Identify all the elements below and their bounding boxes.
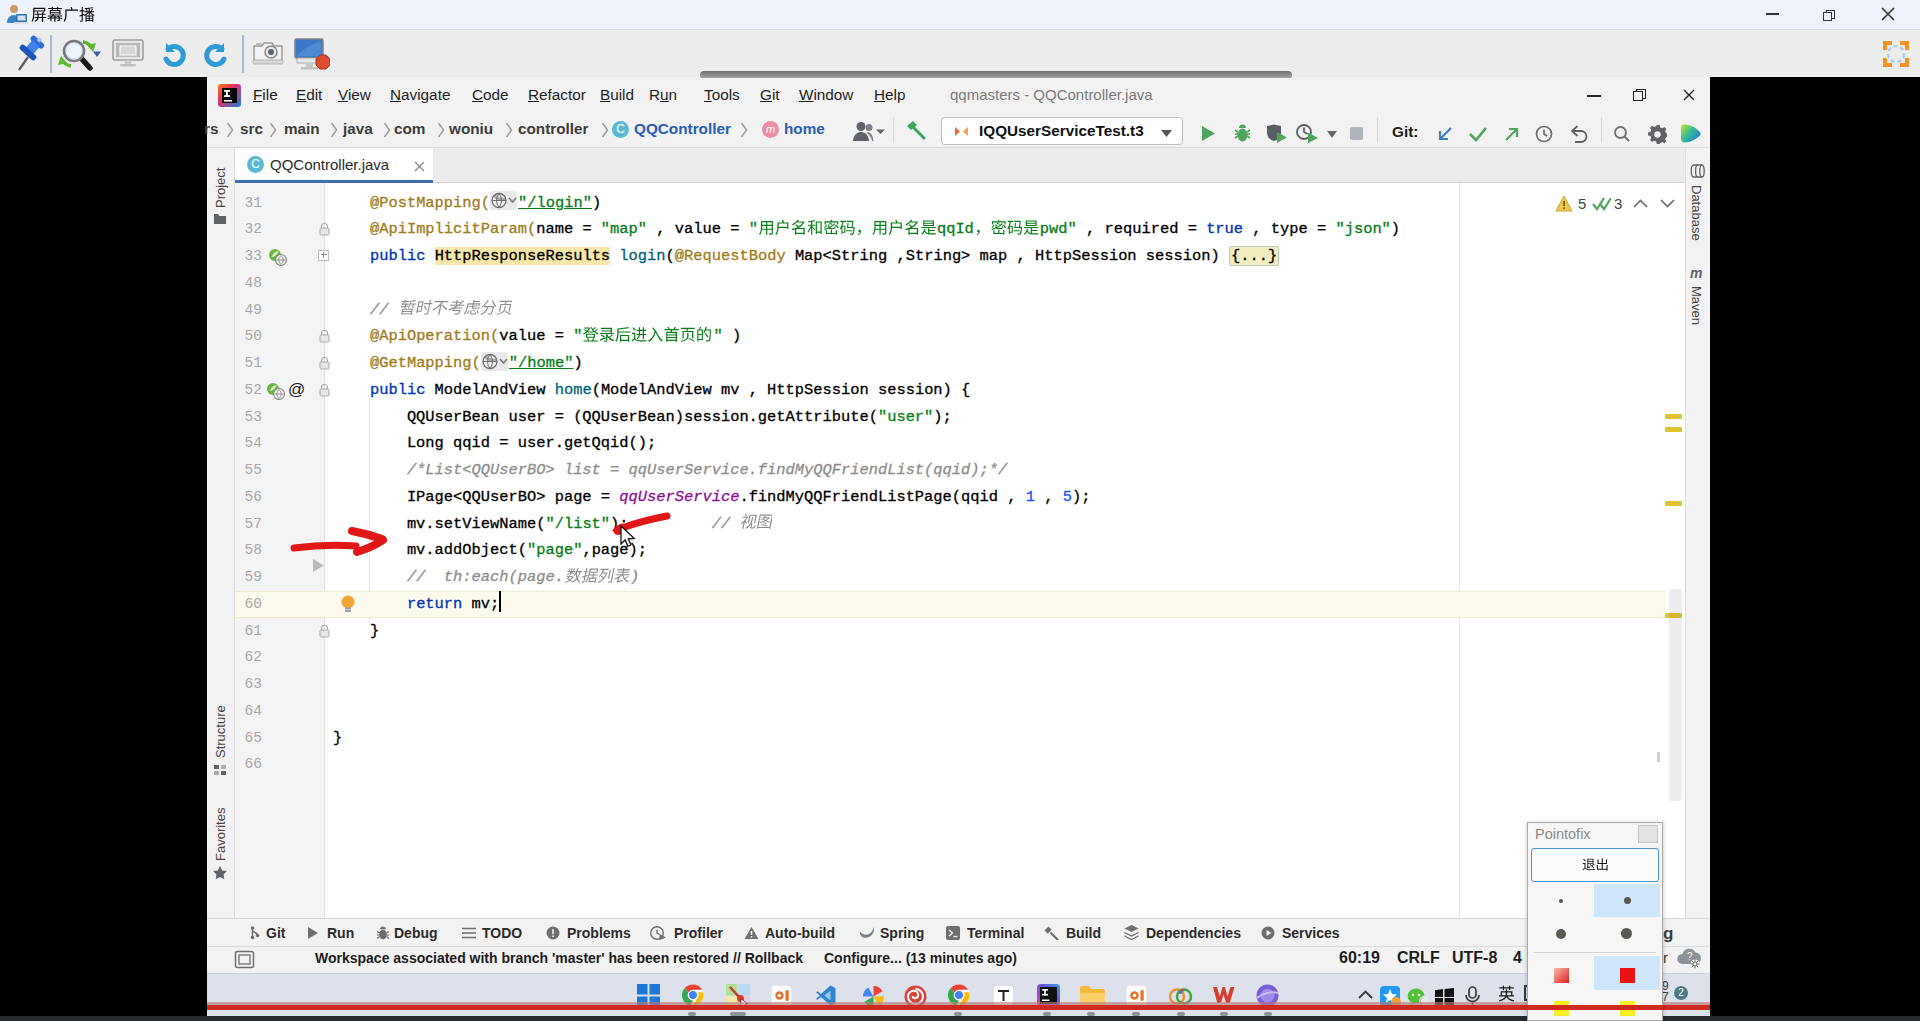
svg-text:?: ?: [1687, 951, 1693, 962]
